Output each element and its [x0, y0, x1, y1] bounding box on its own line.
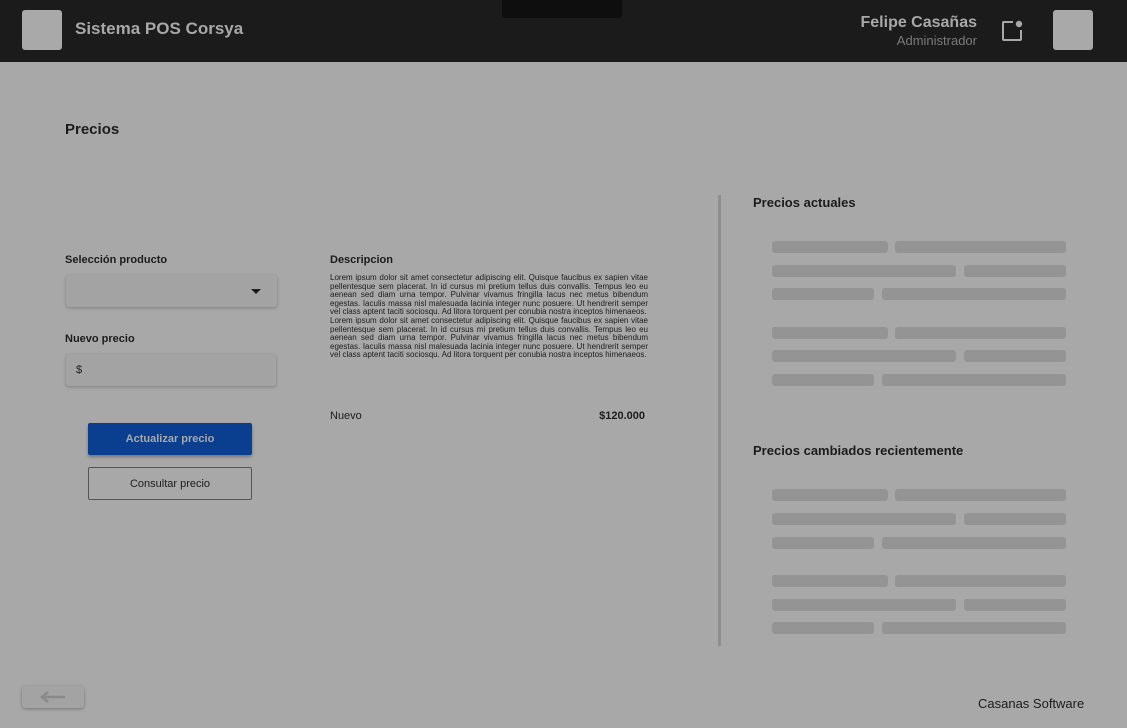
skeleton-line [964, 350, 1066, 362]
top-bar: Sistema POS Corsya Felipe Casañas Admini… [0, 0, 1127, 62]
product-select[interactable] [66, 275, 277, 307]
product-status: Nuevo [330, 410, 362, 422]
skeleton-line [772, 575, 888, 587]
description-title: Descripcion [330, 254, 393, 266]
app-logo[interactable] [22, 10, 62, 50]
app-title: Sistema POS Corsya [75, 19, 244, 38]
arrow-left-icon [40, 691, 65, 703]
skeleton-line [772, 622, 874, 634]
product-price: $120.000 [599, 410, 645, 422]
skeleton-line [964, 265, 1066, 277]
avatar[interactable] [1053, 10, 1093, 50]
skeleton-line [772, 288, 874, 300]
skeleton-line [895, 489, 1066, 501]
back-button[interactable] [22, 686, 84, 708]
new-price-label: Nuevo precio [65, 333, 135, 345]
skeleton-line [772, 265, 956, 277]
skeleton-line [882, 374, 1066, 386]
skeleton-line [772, 374, 874, 386]
skeleton-line [772, 241, 888, 253]
skeleton-line [772, 513, 956, 525]
skeleton-line [964, 599, 1066, 611]
skeleton-line [895, 327, 1066, 339]
description-paragraph: Lorem ipsum dolor sit amet consectetur a… [330, 315, 648, 360]
chevron-down-icon [251, 289, 261, 294]
page-title: Precios [65, 121, 120, 138]
notification-icon[interactable] [1000, 19, 1024, 43]
skeleton-line [882, 622, 1066, 634]
skeleton-line [772, 599, 956, 611]
new-price-input[interactable]: $ [66, 354, 276, 386]
skeleton-line [895, 241, 1066, 253]
skeleton-line [772, 537, 874, 549]
currency-prefix: $ [76, 364, 83, 376]
description-paragraph: Lorem ipsum dolor sit amet consectetur a… [330, 273, 648, 317]
top-pull-tab[interactable] [502, 0, 622, 18]
recent-changes-title: Precios cambiados recientemente [753, 443, 964, 458]
skeleton-line [772, 327, 888, 339]
skeleton-line [772, 350, 956, 362]
skeleton-line [882, 537, 1066, 549]
skeleton-line [964, 513, 1066, 525]
product-select-label: Selección producto [65, 254, 168, 266]
description-text: Lorem ipsum dolor sit amet consectetur a… [330, 273, 648, 360]
footer-brand: Casanas Software [978, 696, 1085, 711]
update-price-button[interactable]: Actualizar precio [88, 423, 252, 455]
skeleton-line [772, 489, 888, 501]
skeleton-line [895, 575, 1066, 587]
user-role: Administrador [896, 33, 977, 48]
skeleton-line [882, 288, 1066, 300]
vertical-divider [718, 195, 721, 646]
current-prices-title: Precios actuales [753, 195, 856, 210]
user-name: Felipe Casañas [860, 14, 978, 31]
consult-price-button[interactable]: Consultar precio [88, 467, 252, 500]
